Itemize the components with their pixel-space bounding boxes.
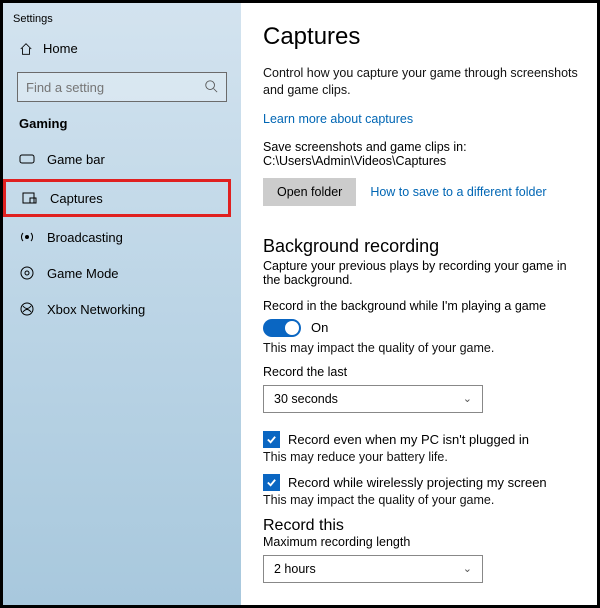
home-icon (19, 42, 33, 56)
game-mode-icon (19, 265, 35, 281)
record-this-heading: Record this (263, 517, 579, 535)
sidebar-item-label: Broadcasting (47, 230, 123, 245)
sidebar-item-label: Game bar (47, 152, 105, 167)
record-last-label: Record the last (263, 365, 579, 379)
captures-icon (22, 190, 38, 206)
sidebar-item-broadcasting[interactable]: Broadcasting (3, 219, 241, 255)
search-box[interactable] (17, 72, 227, 102)
sidebar-item-label: Xbox Networking (47, 302, 145, 317)
bg-toggle-label: Record in the background while I'm playi… (263, 299, 579, 313)
save-path-text: Save screenshots and game clips in: C:\U… (263, 140, 579, 168)
sidebar-item-xbox-networking[interactable]: Xbox Networking (3, 291, 241, 327)
record-last-select[interactable]: 30 seconds ⌄ (263, 385, 483, 413)
sidebar-item-game-mode[interactable]: Game Mode (3, 255, 241, 291)
sidebar-section-gaming: Gaming (3, 116, 241, 141)
sidebar-home-label: Home (43, 41, 78, 56)
page-desc: Control how you capture your game throug… (263, 65, 579, 99)
search-input[interactable] (26, 80, 204, 95)
game-bar-icon (19, 151, 35, 167)
cb-wireless-project-hint: This may impact the quality of your game… (263, 493, 579, 507)
max-length-value: 2 hours (274, 562, 316, 576)
cb-not-plugged-hint: This may reduce your battery life. (263, 450, 579, 464)
bg-toggle-state: On (311, 320, 328, 335)
cb-wireless-project[interactable] (263, 474, 280, 491)
cb-wireless-project-label: Record while wirelessly projecting my sc… (288, 475, 547, 490)
page-title: Captures (263, 23, 579, 51)
open-folder-button[interactable]: Open folder (263, 178, 356, 206)
chevron-down-icon: ⌄ (463, 562, 472, 575)
bg-toggle-hint: This may impact the quality of your game… (263, 341, 579, 355)
xbox-icon (19, 301, 35, 317)
record-last-value: 30 seconds (274, 392, 338, 406)
bg-recording-heading: Background recording (263, 236, 579, 257)
search-icon (204, 79, 218, 96)
how-to-save-link[interactable]: How to save to a different folder (370, 185, 546, 199)
bg-toggle[interactable] (263, 319, 301, 337)
cb-not-plugged-label: Record even when my PC isn't plugged in (288, 432, 529, 447)
sidebar-home[interactable]: Home (3, 33, 241, 64)
learn-more-link[interactable]: Learn more about captures (263, 112, 413, 126)
sidebar-item-label: Captures (50, 191, 103, 206)
broadcasting-icon (19, 229, 35, 245)
chevron-down-icon: ⌄ (463, 392, 472, 405)
cb-not-plugged[interactable] (263, 431, 280, 448)
sidebar-item-captures[interactable]: Captures (3, 179, 231, 217)
bg-recording-sub: Capture your previous plays by recording… (263, 259, 579, 287)
sidebar-item-label: Game Mode (47, 266, 119, 281)
max-length-select[interactable]: 2 hours ⌄ (263, 555, 483, 583)
sidebar-item-game-bar[interactable]: Game bar (3, 141, 241, 177)
window-title: Settings (3, 11, 241, 33)
max-length-label: Maximum recording length (263, 535, 579, 549)
